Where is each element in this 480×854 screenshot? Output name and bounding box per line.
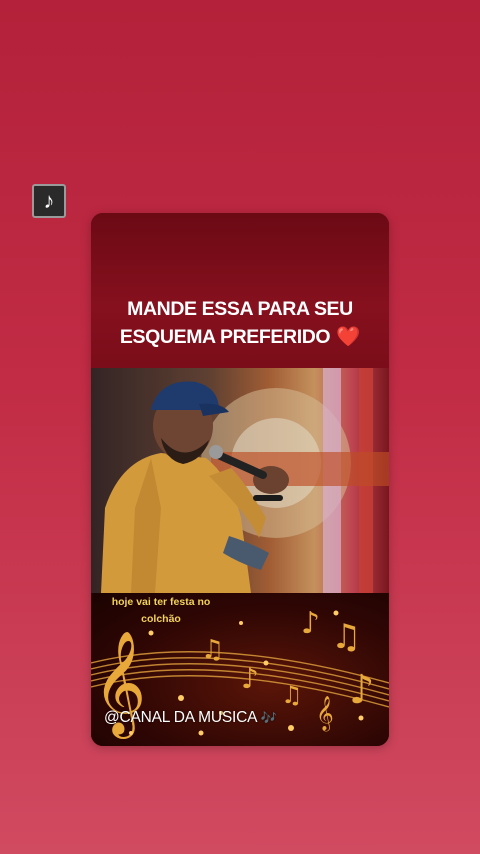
caption-band: MANDE ESSA PARA SEU ESQUEMA PREFERIDO ❤️ bbox=[91, 213, 389, 368]
story-card: MANDE ESSA PARA SEU ESQUEMA PREFERIDO❤️ bbox=[91, 213, 389, 746]
song-lyric-line-1: hoje vai ter festa no bbox=[111, 596, 211, 608]
svg-text:♫: ♫ bbox=[331, 617, 361, 657]
svg-text:♪: ♪ bbox=[301, 606, 320, 641]
svg-text:♪: ♪ bbox=[349, 667, 375, 713]
heart-emoji: ❤️ bbox=[336, 326, 361, 348]
svg-text:♫: ♫ bbox=[201, 635, 224, 665]
svg-text:♪: ♪ bbox=[241, 662, 259, 695]
music-note-icon[interactable]: ♪ bbox=[32, 184, 66, 218]
channel-tag[interactable]: @CANAL DA MUSICA 🎶 bbox=[104, 709, 277, 727]
song-lyric-line-2: colchão bbox=[141, 613, 181, 625]
svg-text:𝄞: 𝄞 bbox=[316, 696, 334, 732]
channel-tag-text: @CANAL DA MUSICA bbox=[104, 709, 257, 726]
svg-text:♫: ♫ bbox=[281, 681, 303, 709]
song-lyric: hoje vai ter festa no colchão bbox=[96, 594, 226, 628]
performer-image bbox=[91, 368, 389, 593]
caption-line-2: ESQUEMA PREFERIDO bbox=[119, 326, 331, 348]
caption-line-1: MANDE ESSA PARA SEU bbox=[127, 298, 353, 320]
video-frame[interactable] bbox=[91, 368, 389, 593]
music-notes-emoji: 🎶 bbox=[260, 710, 277, 725]
story-caption: MANDE ESSA PARA SEU ESQUEMA PREFERIDO ❤️ bbox=[91, 295, 389, 351]
